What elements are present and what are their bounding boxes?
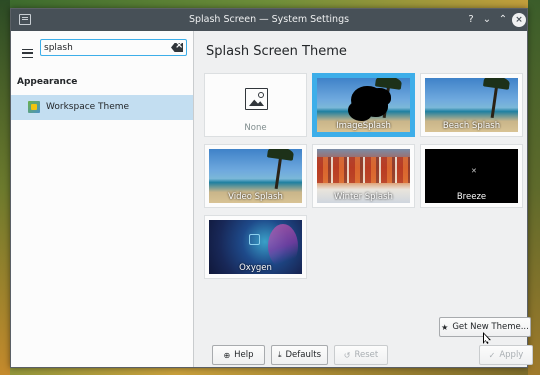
reset-button[interactable]: ↺ Reset [334, 345, 388, 365]
oxygen-logo-icon [249, 234, 260, 245]
main-content: Splash Screen Theme None ImageSplash Bea… [195, 31, 533, 367]
theme-tile-winter-splash[interactable]: Winter Splash [312, 144, 415, 208]
apply-label: Apply [499, 350, 524, 360]
help-label: Help [234, 350, 254, 360]
help-lifebuoy-icon: ⊕ [223, 350, 231, 360]
swirl-graphic [268, 224, 298, 268]
theme-tile-video-splash[interactable]: Video Splash [204, 144, 307, 208]
maximize-icon[interactable]: ⌃ [496, 13, 510, 27]
theme-label: Breeze [456, 192, 487, 202]
sidebar-item-workspace-theme[interactable]: Workspace Theme [11, 95, 193, 120]
search-field[interactable] [40, 39, 187, 56]
close-icon[interactable]: × [512, 13, 526, 27]
star-icon: ★ [441, 322, 449, 332]
palm-graphic [274, 154, 283, 190]
window-title: Splash Screen — System Settings [188, 14, 350, 25]
defaults-button[interactable]: ⤓ Defaults [271, 345, 328, 365]
theme-label: Video Splash [228, 192, 283, 202]
defaults-label: Defaults [285, 350, 322, 360]
palm-graphic [490, 83, 499, 119]
reset-icon: ↺ [343, 350, 351, 360]
theme-label: None [244, 123, 267, 133]
get-new-theme-label: Get New Theme... [452, 322, 529, 332]
help-button[interactable]: ⊕ Help [212, 345, 265, 365]
hamburger-menu-icon[interactable] [22, 49, 33, 58]
theme-tile-oxygen[interactable]: Oxygen [204, 215, 307, 279]
get-new-theme-button[interactable]: ★ Get New Theme... [439, 317, 531, 337]
theme-label: Winter Splash [334, 192, 393, 202]
theme-label: Oxygen [239, 263, 272, 273]
section-label-appearance: Appearance [17, 77, 78, 87]
check-icon: ✓ [488, 350, 496, 360]
theme-label: ImageSplash [336, 121, 391, 131]
no-image-icon [245, 88, 268, 110]
search-input[interactable] [41, 42, 161, 53]
title-bar[interactable]: Splash Screen — System Settings ? ⌄ ⌃ × [11, 9, 527, 31]
help-icon[interactable]: ? [464, 13, 478, 27]
breeze-logo-icon: ✕ [471, 167, 477, 175]
system-settings-window: Splash Screen — System Settings ? ⌄ ⌃ × … [10, 8, 533, 368]
splash-blot-graphic [351, 86, 385, 116]
theme-grid: None ImageSplash Beach Splash Video Spla… [204, 73, 529, 303]
clear-search-icon[interactable] [171, 43, 183, 52]
workspace-theme-icon [28, 101, 40, 113]
minimize-icon[interactable]: ⌄ [480, 13, 494, 27]
theme-label: Beach Splash [442, 121, 501, 131]
defaults-icon: ⤓ [277, 350, 282, 359]
apply-button[interactable]: ✓ Apply [479, 345, 533, 365]
page-title: Splash Screen Theme [206, 44, 347, 59]
desktop-background-left [0, 0, 10, 375]
sidebar-item-label: Workspace Theme [46, 102, 130, 112]
theme-tile-imagesplash[interactable]: ImageSplash [312, 73, 415, 137]
theme-tile-breeze[interactable]: ✕ Breeze [420, 144, 523, 208]
theme-tile-beach-splash[interactable]: Beach Splash [420, 73, 523, 137]
trees-graphic [317, 157, 410, 183]
theme-tile-none[interactable]: None [204, 73, 307, 137]
sidebar: Appearance Workspace Theme [11, 31, 194, 367]
reset-label: Reset [354, 350, 379, 360]
